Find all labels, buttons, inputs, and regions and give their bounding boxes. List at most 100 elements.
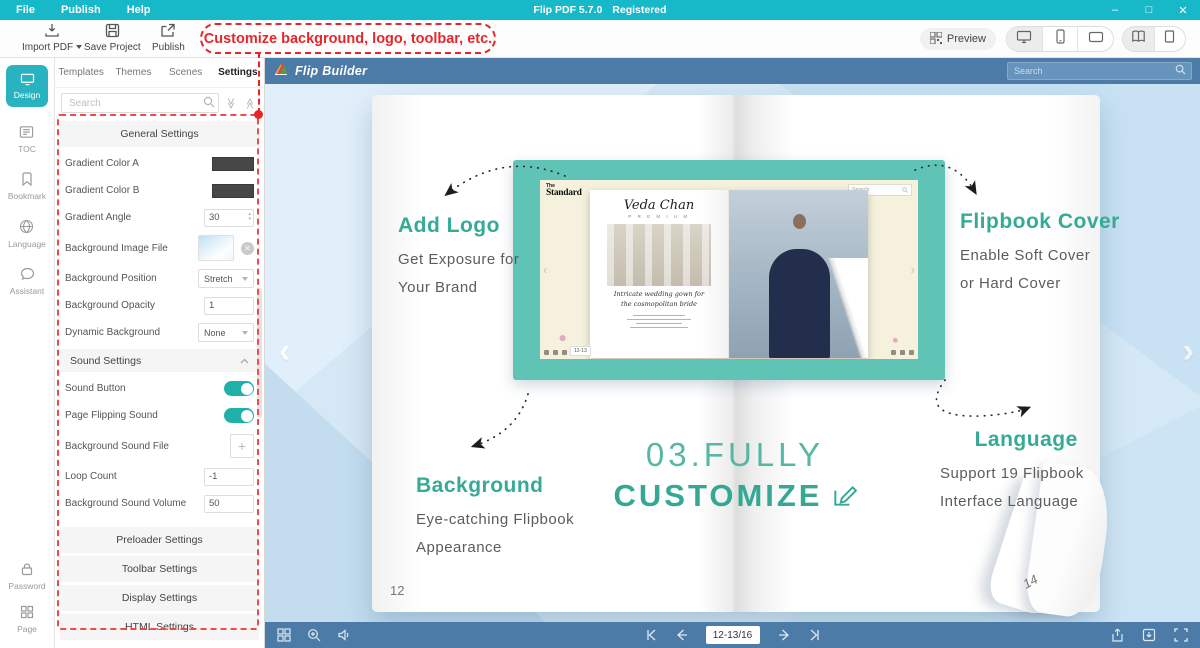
single-page-button[interactable] [1155,27,1186,51]
inner-magazine-spread: Veda Chan P R E M I U M Intricate weddin… [590,190,868,358]
sidebar-item-design[interactable]: Design [6,65,48,107]
publish-button[interactable]: Publish [152,23,185,53]
background-image-label: Background Image File [65,243,168,254]
tab-settings[interactable]: Settings [212,67,264,78]
flipbook-header: Flip Builder [265,58,1200,84]
sidebar-item-language[interactable]: Language [8,219,46,249]
tab-templates[interactable]: Templates [55,67,107,78]
inner-next-chevron: › [911,262,915,277]
clear-image-icon[interactable]: ✕ [241,242,254,255]
download-icon[interactable] [1142,628,1156,642]
open-book-icon [1131,30,1146,48]
background-sound-file-label: Background Sound File [65,441,169,452]
next-page-chevron[interactable]: › [1183,332,1194,371]
display-settings-header[interactable]: Display Settings [60,585,259,611]
inner-logo: The Standard [546,184,582,199]
phone-icon [1056,29,1065,49]
inner-page-badge: 12-13 [570,346,591,356]
sidebar-item-assistant[interactable]: Assistant [10,267,45,296]
preloader-settings-header[interactable]: Preloader Settings [60,527,259,553]
toolbar-settings-header[interactable]: Toolbar Settings [60,556,259,582]
panel-search-input[interactable] [61,93,219,113]
sidebar-item-password[interactable]: Password [8,562,45,591]
first-page-icon[interactable] [644,629,658,641]
phone-view-button[interactable] [1043,27,1079,51]
sound-settings-header[interactable]: Sound Settings [60,349,259,372]
menu-publish[interactable]: Publish [61,4,101,16]
maximize-icon[interactable]: □ [1142,4,1156,17]
toc-icon [19,125,34,141]
background-position-label: Background Position [65,273,157,284]
background-opacity-label: Background Opacity [65,300,155,311]
dynamic-background-label: Dynamic Background [65,327,160,338]
menu-file[interactable]: File [16,4,35,16]
gradient-angle-row: Gradient Angle ▴▾ [55,204,264,231]
fullscreen-icon[interactable] [1174,628,1188,642]
sidebar-item-bookmark[interactable]: Bookmark [8,172,46,201]
background-opacity-input[interactable] [204,297,254,315]
background-sound-volume-input[interactable] [204,495,254,513]
zoom-in-icon[interactable] [307,628,321,642]
annotation-title: Add Logo [398,214,519,238]
next-page-icon[interactable] [778,629,790,641]
close-icon[interactable]: ✕ [1176,4,1190,17]
lock-icon [20,562,34,578]
dynamic-background-select[interactable]: None [198,323,254,342]
flipbook-toolbar: 12-13/16 [265,622,1200,648]
panel-tabs: Templates Themes Scenes Settings [55,58,264,88]
minimize-icon[interactable]: – [1108,4,1122,17]
background-image-thumbnail[interactable] [198,235,234,261]
tab-scenes[interactable]: Scenes [160,67,212,78]
gradient-color-a-swatch[interactable] [212,157,254,171]
flipbook-search-input[interactable] [1008,66,1175,76]
sidebar-label-assistant: Assistant [10,286,45,296]
toolbar-page-nav: 12-13/16 [644,626,822,644]
html-settings-header[interactable]: HTML Settings [60,614,259,640]
flipbook-search-box [1007,62,1192,80]
preview-button[interactable]: Preview [920,28,996,50]
save-project-button[interactable]: Save Project [84,23,141,53]
gradient-angle-label: Gradient Angle [65,212,131,223]
panel-scrollbar[interactable] [257,288,262,418]
annotation-connector-line [258,52,260,114]
general-settings-header[interactable]: General Settings [60,121,259,147]
inner-prev-chevron: ‹ [543,262,547,277]
desktop-view-button[interactable] [1007,27,1043,51]
add-sound-file-button[interactable]: + [230,434,254,458]
import-pdf-button[interactable]: Import PDF [22,23,82,53]
previous-page-chevron[interactable]: ‹ [279,332,290,371]
qr-code-icon [930,32,942,47]
thumbnails-icon[interactable] [277,628,291,642]
sidebar-item-toc[interactable]: TOC [18,125,36,154]
gradient-color-a-row: Gradient Color A [55,150,264,177]
gradient-color-b-swatch[interactable] [212,184,254,198]
edit-icon [831,483,857,509]
sidebar-item-page[interactable]: Page [17,605,37,634]
page-indicator[interactable]: 12-13/16 [706,626,760,644]
gradient-angle-input[interactable] [204,209,254,227]
expand-all-icon[interactable]: ≫ [225,96,238,110]
page-flipping-sound-toggle[interactable] [224,408,254,423]
loop-count-input[interactable] [204,468,254,486]
inner-magazine-right-page [729,190,868,358]
double-page-button[interactable] [1123,27,1155,51]
tab-themes[interactable]: Themes [107,67,159,78]
loop-count-label: Loop Count [65,471,117,482]
menu-help[interactable]: Help [127,4,151,16]
sound-icon[interactable] [337,628,351,642]
publish-icon [160,23,176,41]
background-position-select[interactable]: Stretch [198,269,254,288]
collapse-all-icon[interactable]: ≪ [244,96,257,110]
spinner-icon[interactable]: ▴▾ [248,212,251,222]
preview-label: Preview [947,33,986,45]
publish-label: Publish [152,42,185,53]
annotation-flipbook-cover: Flipbook Cover Enable Soft Coveror Hard … [960,210,1120,298]
share-icon[interactable] [1111,628,1124,642]
tablet-view-button[interactable] [1078,27,1113,51]
inner-caption: Intricate wedding gown for the cosmopoli… [590,290,728,310]
import-pdf-label: Import PDF [22,42,82,53]
previous-page-icon[interactable] [676,629,688,641]
sound-button-toggle[interactable] [224,381,254,396]
annotation-background: Background Eye-catching FlipbookAppearan… [416,474,574,562]
last-page-icon[interactable] [808,629,822,641]
